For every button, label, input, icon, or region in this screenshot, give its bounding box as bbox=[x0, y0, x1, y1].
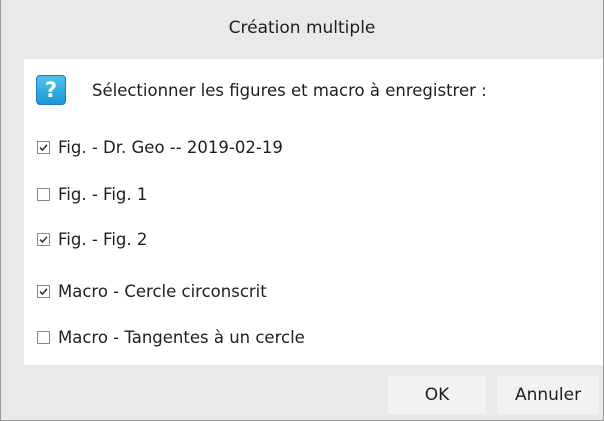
check-icon bbox=[39, 288, 48, 296]
item-label: Macro - Tangentes à un cercle bbox=[58, 328, 305, 347]
checkbox-unchecked[interactable] bbox=[37, 331, 50, 344]
checkbox-unchecked[interactable] bbox=[37, 188, 50, 201]
check-icon bbox=[39, 236, 48, 244]
checkbox-checked[interactable] bbox=[37, 233, 50, 246]
ok-button[interactable]: OK bbox=[388, 376, 486, 414]
checkbox-checked[interactable] bbox=[37, 285, 50, 298]
create-multiple-dialog: Création multiple ? Sélectionner les fig… bbox=[0, 0, 604, 421]
item-fig-2[interactable]: Fig. - Fig. 2 bbox=[37, 230, 147, 249]
item-label: Macro - Cercle circonscrit bbox=[58, 282, 267, 301]
cancel-button[interactable]: Annuler bbox=[497, 376, 599, 414]
prompt-text: Sélectionner les figures et macro à enre… bbox=[92, 80, 487, 100]
item-macro-cercle-circonscrit[interactable]: Macro - Cercle circonscrit bbox=[37, 282, 267, 301]
selection-panel: ? Sélectionner les figures et macro à en… bbox=[24, 59, 603, 365]
prompt-row: ? Sélectionner les figures et macro à en… bbox=[36, 75, 487, 105]
item-label: Fig. - Dr. Geo -- 2019-02-19 bbox=[58, 138, 283, 157]
item-macro-tangentes[interactable]: Macro - Tangentes à un cercle bbox=[37, 328, 305, 347]
item-label: Fig. - Fig. 2 bbox=[58, 230, 148, 249]
question-icon: ? bbox=[36, 75, 66, 105]
button-bar: OK Annuler bbox=[1, 371, 603, 421]
item-fig-dr-geo[interactable]: Fig. - Dr. Geo -- 2019-02-19 bbox=[37, 138, 283, 157]
item-label: Fig. - Fig. 1 bbox=[58, 185, 148, 204]
checkbox-checked[interactable] bbox=[37, 141, 50, 154]
item-fig-1[interactable]: Fig. - Fig. 1 bbox=[37, 185, 147, 204]
check-icon bbox=[39, 144, 48, 152]
dialog-title: Création multiple bbox=[228, 17, 376, 38]
